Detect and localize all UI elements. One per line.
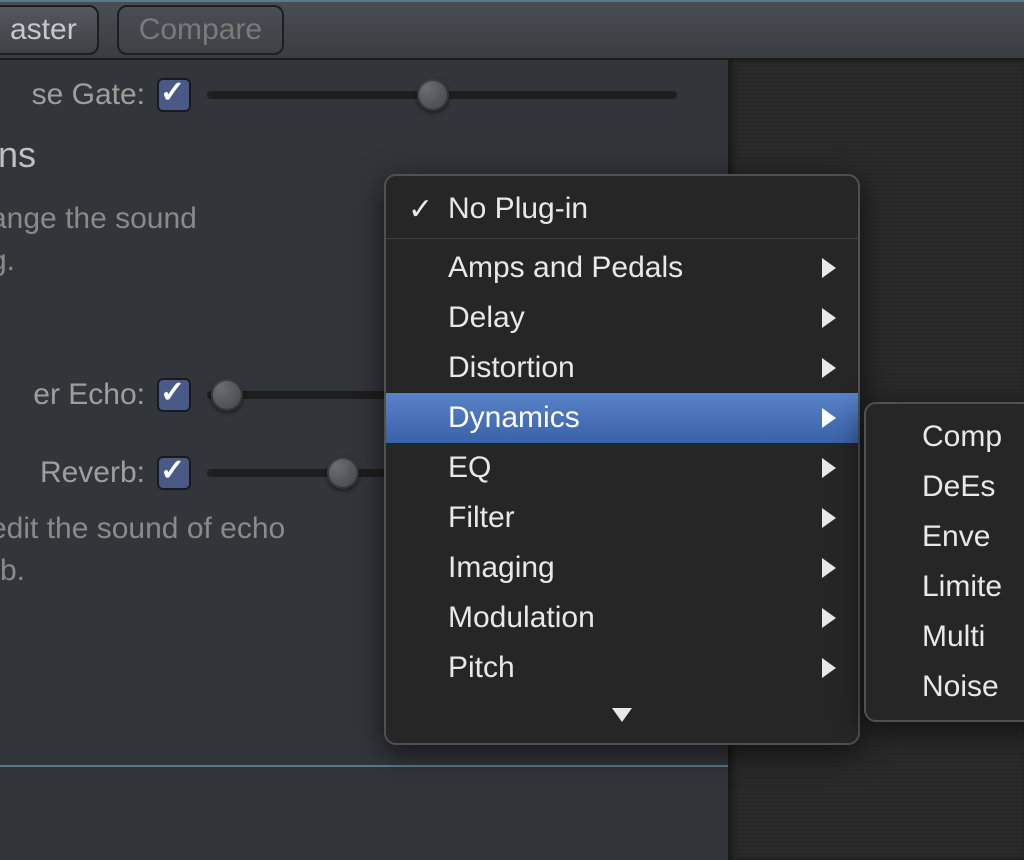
- menu-item-label: EQ: [448, 451, 491, 485]
- noise-gate-row: se Gate:: [0, 78, 1024, 112]
- menu-item-label: Pitch: [448, 651, 515, 685]
- menu-item-eq[interactable]: EQ: [386, 443, 858, 493]
- menu-item-distortion[interactable]: Distortion: [386, 343, 858, 393]
- menu-item-filter[interactable]: Filter: [386, 493, 858, 543]
- submenu-item[interactable]: Limite: [866, 562, 1024, 612]
- noise-gate-slider[interactable]: [207, 91, 677, 99]
- submenu-item-label: Multi: [922, 620, 985, 654]
- reverb-checkbox[interactable]: [157, 456, 191, 490]
- echo-label: er Echo:: [0, 378, 145, 412]
- menu-item-dynamics[interactable]: Dynamics: [386, 393, 858, 443]
- arrow-right-icon: [822, 358, 836, 378]
- arrow-right-icon: [822, 458, 836, 478]
- arrow-right-icon: [822, 258, 836, 278]
- menu-item-imaging[interactable]: Imaging: [386, 543, 858, 593]
- plugin-submenu[interactable]: Comp DeEs Enve Limite Multi Noise: [864, 402, 1024, 722]
- arrow-down-icon: [612, 708, 632, 722]
- toolbar: aster Compare: [0, 2, 1024, 60]
- menu-item-label: Imaging: [448, 551, 555, 585]
- echo-checkbox[interactable]: [157, 378, 191, 412]
- slider-thumb[interactable]: [417, 79, 449, 111]
- submenu-item-label: Limite: [922, 570, 1002, 604]
- menu-item-no-plugin[interactable]: No Plug-in: [386, 184, 858, 239]
- submenu-item-label: DeEs: [922, 470, 995, 504]
- noise-gate-checkbox[interactable]: [157, 78, 191, 112]
- submenu-item-label: Enve: [922, 520, 990, 554]
- submenu-item[interactable]: Enve: [866, 512, 1024, 562]
- noise-gate-label: se Gate:: [0, 78, 145, 112]
- slider-thumb[interactable]: [211, 379, 243, 411]
- menu-item-label: Delay: [448, 301, 525, 335]
- desc-line: ange the sound: [0, 202, 197, 235]
- submenu-item-label: Comp: [922, 420, 1002, 454]
- menu-item-label: Dynamics: [448, 401, 580, 435]
- desc-line: rb.: [0, 554, 25, 587]
- menu-item-label: Modulation: [448, 601, 595, 635]
- slider-thumb[interactable]: [327, 457, 359, 489]
- arrow-right-icon: [822, 558, 836, 578]
- menu-item-amps-and-pedals[interactable]: Amps and Pedals: [386, 243, 858, 293]
- submenu-item[interactable]: Noise: [866, 662, 1024, 712]
- menu-item-label: Amps and Pedals: [448, 251, 683, 285]
- menu-item-pitch[interactable]: Pitch: [386, 643, 858, 693]
- master-button[interactable]: aster: [0, 5, 99, 55]
- arrow-right-icon: [822, 508, 836, 528]
- arrow-right-icon: [822, 658, 836, 678]
- submenu-item-label: Noise: [922, 670, 999, 704]
- menu-item-modulation[interactable]: Modulation: [386, 593, 858, 643]
- arrow-right-icon: [822, 308, 836, 328]
- menu-scroll-down[interactable]: [386, 693, 858, 735]
- desc-line: g.: [0, 244, 15, 277]
- menu-item-label: Distortion: [448, 351, 575, 385]
- submenu-item[interactable]: DeEs: [866, 462, 1024, 512]
- submenu-item[interactable]: Comp: [866, 412, 1024, 462]
- plugin-menu[interactable]: No Plug-in Amps and Pedals Delay Distortio…: [384, 174, 860, 745]
- arrow-right-icon: [822, 408, 836, 428]
- section-title: ins: [0, 134, 1024, 176]
- submenu-item[interactable]: Multi: [866, 612, 1024, 662]
- reverb-label: Reverb:: [0, 456, 145, 490]
- menu-item-delay[interactable]: Delay: [386, 293, 858, 343]
- arrow-right-icon: [822, 608, 836, 628]
- desc-line: edit the sound of echo: [0, 512, 285, 545]
- menu-item-label: No Plug-in: [448, 192, 588, 226]
- compare-button[interactable]: Compare: [117, 5, 284, 55]
- menu-item-label: Filter: [448, 501, 515, 535]
